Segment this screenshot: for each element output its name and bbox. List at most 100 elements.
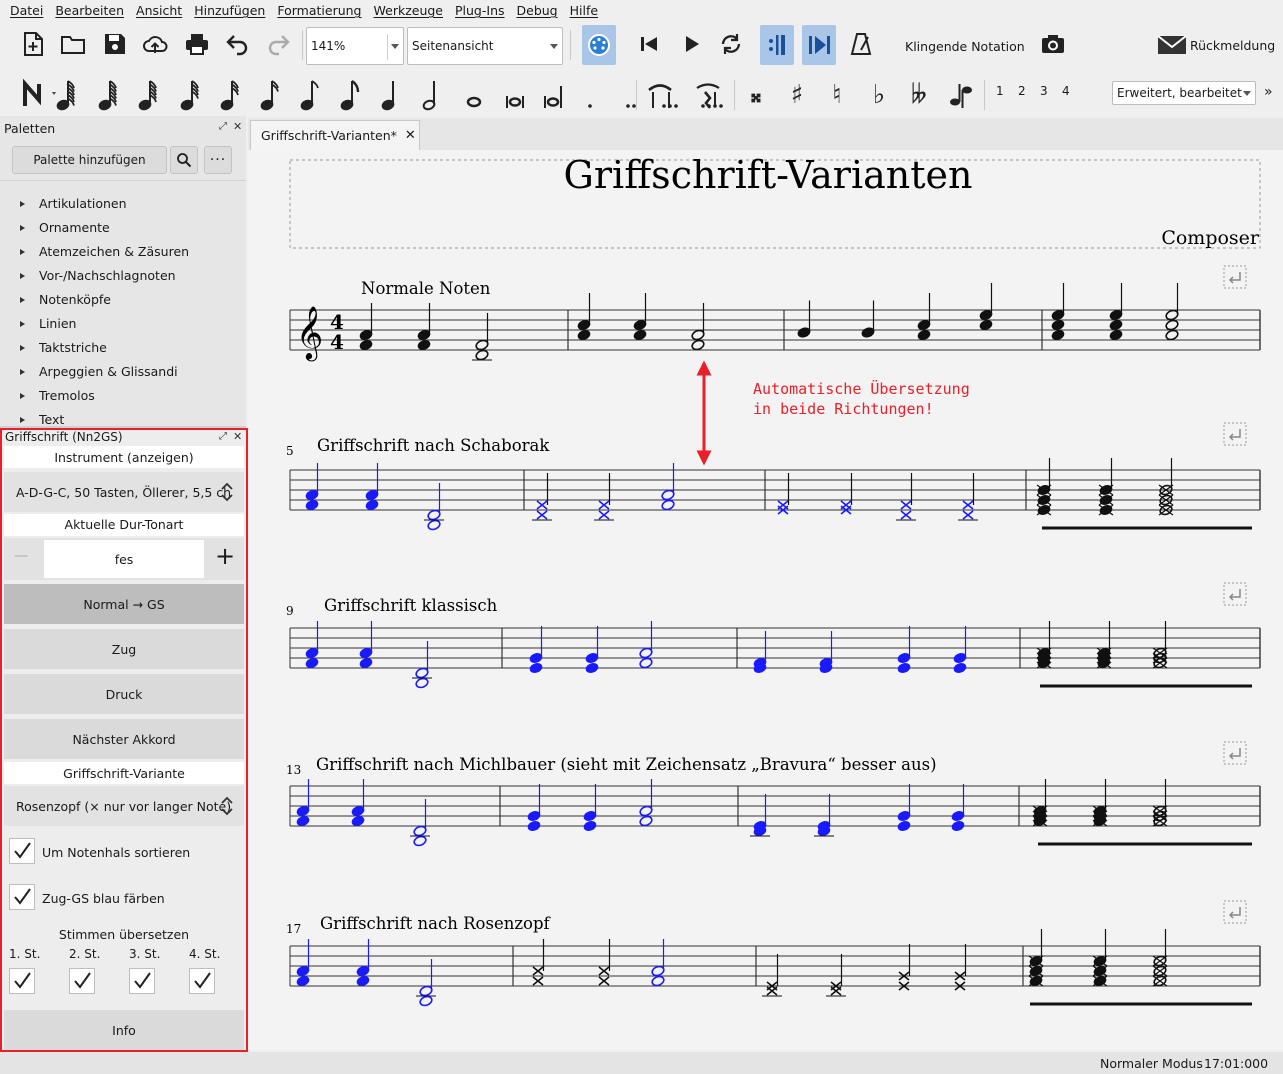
duration-16th-button[interactable]: [292, 74, 330, 116]
voice-4-checkbox[interactable]: [189, 968, 215, 994]
chord[interactable]: [1109, 283, 1123, 341]
chord[interactable]: [777, 473, 790, 515]
chord[interactable]: [1165, 283, 1179, 341]
staff-system[interactable]: Griffschrift nach Schaborak 5: [286, 422, 1261, 531]
voice-3-button[interactable]: 3: [1040, 84, 1048, 98]
composer-text[interactable]: Composer: [1161, 227, 1260, 249]
chord[interactable]: [753, 631, 767, 674]
staff-text[interactable]: Griffschrift nach Schaborak: [317, 436, 550, 455]
chord[interactable]: [897, 784, 911, 832]
staff-text[interactable]: Griffschrift nach Michlbauer (sieht mit …: [316, 755, 937, 774]
chord[interactable]: [527, 784, 541, 832]
chord[interactable]: [951, 784, 965, 832]
chord[interactable]: [898, 944, 911, 991]
staff-system[interactable]: Griffschrift nach Rosenzopf 17: [286, 900, 1261, 1007]
key-value[interactable]: fes: [44, 540, 204, 578]
sounding-notation-toggle[interactable]: Klingende Notation: [905, 39, 1025, 54]
score-title[interactable]: Griffschrift-Varianten: [564, 153, 973, 197]
chord[interactable]: [917, 293, 931, 341]
staff-text[interactable]: Normale Noten: [361, 279, 491, 298]
double-flat-button[interactable]: 𝄫: [900, 74, 938, 116]
palette-item[interactable]: Notenköpfe: [20, 292, 111, 307]
duration-64th-button[interactable]: [212, 74, 250, 116]
menu-debug[interactable]: Debug: [511, 0, 564, 22]
line-break-icon[interactable]: [1223, 741, 1247, 765]
score-canvas[interactable]: Griffschrift-Varianten Composer Normale …: [248, 150, 1283, 1050]
annotation-line-1[interactable]: Automatische Übersetzung: [753, 379, 970, 398]
redo-button[interactable]: [262, 22, 296, 66]
chord[interactable]: [1152, 929, 1168, 987]
line-break-icon[interactable]: [1223, 582, 1247, 606]
chord[interactable]: [585, 626, 599, 674]
info-button[interactable]: Info: [4, 1010, 244, 1050]
toolbar-extension-button[interactable]: »: [1264, 84, 1273, 100]
undock-icon[interactable]: ⤢: [219, 431, 227, 442]
zoom-combo[interactable]: 141%: [306, 27, 404, 65]
chord[interactable]: [814, 794, 834, 837]
line-break-icon[interactable]: [1223, 422, 1247, 446]
time-signature-bottom[interactable]: 4: [330, 330, 344, 354]
chord[interactable]: [529, 626, 543, 674]
zug-button[interactable]: Zug: [4, 629, 244, 669]
chord[interactable]: [633, 293, 647, 341]
staff-text[interactable]: Griffschrift klassisch: [324, 596, 498, 615]
voice-3-checkbox[interactable]: [129, 968, 155, 994]
chord[interactable]: [819, 631, 833, 674]
chord[interactable]: [1092, 929, 1108, 987]
duration-1024th-button[interactable]: [48, 74, 86, 116]
duration-longa-button[interactable]: [536, 74, 574, 116]
chord[interactable]: [953, 626, 967, 674]
annotation-line-2[interactable]: in beide Richtungen!: [753, 400, 934, 418]
duration-eighth-button[interactable]: [332, 74, 370, 116]
natural-button[interactable]: ♮: [818, 74, 856, 116]
chord[interactable]: [583, 784, 597, 832]
voice-4-button[interactable]: 4: [1062, 84, 1070, 98]
double-sharp-button[interactable]: 𝄪: [737, 74, 775, 116]
close-tab-icon[interactable]: ✕: [405, 128, 416, 143]
close-icon[interactable]: ✕: [233, 120, 242, 133]
view-mode-combo[interactable]: Seitenansicht: [407, 27, 563, 65]
loop-button[interactable]: [714, 22, 748, 66]
chord[interactable]: [840, 473, 853, 515]
chord[interactable]: [577, 293, 591, 341]
palette-options-button[interactable]: ···: [204, 146, 232, 174]
chord[interactable]: [1158, 458, 1174, 516]
chord[interactable]: [1051, 283, 1065, 341]
workspace-combo[interactable]: Erweitert, bearbeitet: [1112, 81, 1256, 105]
menu-plugins[interactable]: Plug-Ins: [449, 0, 511, 22]
duration-256th-button[interactable]: [130, 74, 168, 116]
palette-item[interactable]: Ornamente: [20, 220, 110, 235]
duration-dot-button[interactable]: [571, 74, 609, 116]
druck-button[interactable]: Druck: [4, 674, 244, 714]
new-score-button[interactable]: [16, 22, 50, 66]
metronome-button[interactable]: [844, 22, 878, 66]
duration-half-button[interactable]: [414, 74, 452, 116]
instrument-select[interactable]: A-D-G-C, 50 Tasten, Öllerer, 5,5 ch: [4, 472, 244, 512]
undo-button[interactable]: [220, 22, 254, 66]
palette-item[interactable]: Vor-/Nachschlagnoten: [20, 268, 176, 283]
open-button[interactable]: [56, 22, 90, 66]
menu-werkzeuge[interactable]: Werkzeuge: [368, 0, 450, 22]
add-palette-button[interactable]: Palette hinzufügen: [12, 146, 167, 174]
pan-score-button[interactable]: [802, 25, 836, 65]
duration-whole-button[interactable]: [455, 74, 493, 116]
chord[interactable]: [979, 283, 993, 331]
menu-formatierung[interactable]: Formatierung: [271, 0, 367, 22]
treble-clef-icon[interactable]: 𝄞: [296, 305, 323, 361]
chord[interactable]: [750, 794, 770, 837]
staff-system[interactable]: Griffschrift klassisch 9: [286, 582, 1261, 689]
chord[interactable]: [1036, 458, 1052, 516]
voice-1-checkbox[interactable]: [9, 968, 35, 994]
line-break-icon[interactable]: [1223, 900, 1247, 924]
duration-128th-button[interactable]: [172, 74, 210, 116]
voice-2-button[interactable]: 2: [1018, 84, 1026, 98]
flip-direction-button[interactable]: [942, 74, 980, 116]
chord[interactable]: [762, 954, 782, 997]
palette-item[interactable]: Tremolos: [20, 388, 95, 403]
duration-512th-button[interactable]: [90, 74, 128, 116]
voice-1-button[interactable]: 1: [996, 84, 1004, 98]
palette-item[interactable]: Artikulationen: [20, 196, 127, 211]
midi-input-button[interactable]: [582, 25, 616, 65]
duration-quarter-button[interactable]: [373, 74, 411, 116]
rest-button[interactable]: [688, 74, 728, 116]
